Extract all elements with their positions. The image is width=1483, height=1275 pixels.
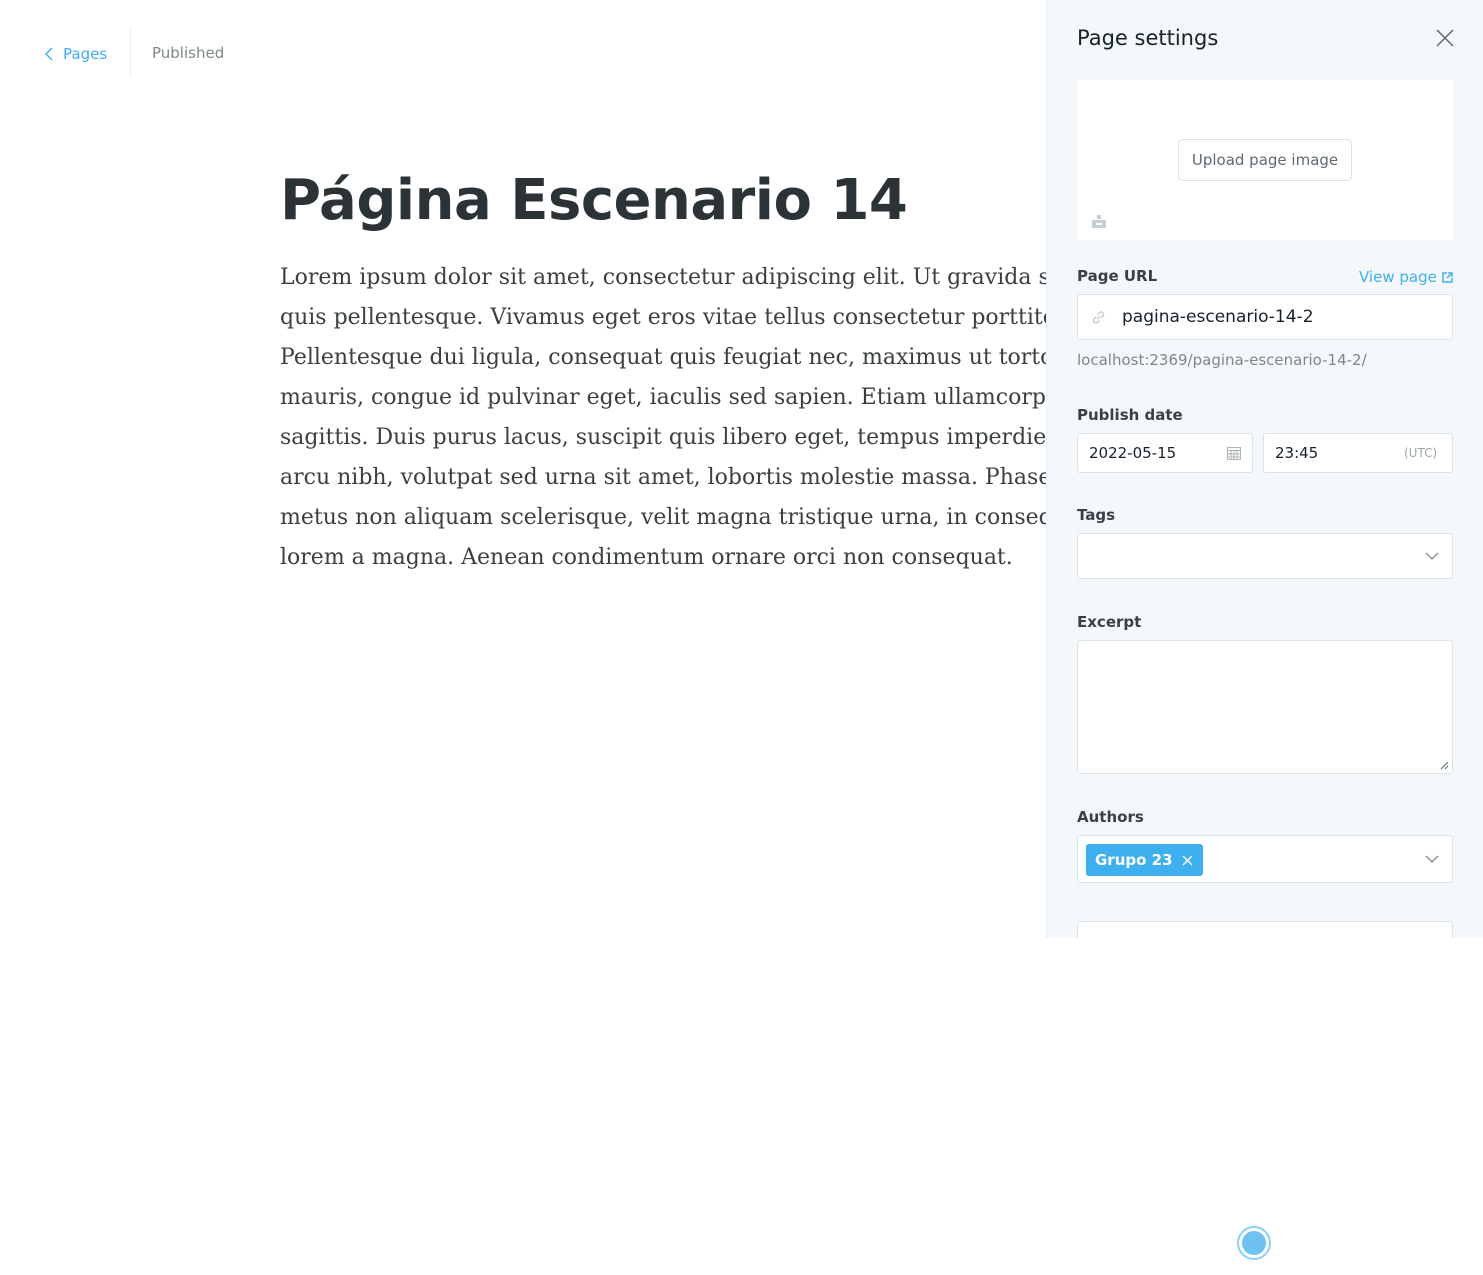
authors-select[interactable]: Grupo 23 <box>1077 835 1453 883</box>
view-page-label: View page <box>1359 268 1437 286</box>
tags-select[interactable] <box>1077 533 1453 579</box>
back-link-label: Pages <box>63 45 108 63</box>
chevron-down-icon <box>1425 855 1439 863</box>
calendar-icon[interactable] <box>1226 445 1242 461</box>
editor-area[interactable]: Página Escenario 14 Lorem ipsum dolor si… <box>280 160 1046 578</box>
page-body[interactable]: Lorem ipsum dolor sit amet, consectetur … <box>280 258 1046 578</box>
header-divider <box>130 28 131 76</box>
page-slug-value: pagina-escenario-14-2 <box>1122 307 1314 327</box>
body-line: Pellentesque dui ligula, consequat quis … <box>280 345 1046 370</box>
publish-time-field[interactable]: 23:45 (UTC) <box>1263 433 1453 473</box>
page-url-label: Page URL <box>1077 267 1158 285</box>
upload-image-button[interactable]: Upload page image <box>1178 139 1352 181</box>
body-line: lorem a magna. Aenean condimentum ornare… <box>280 545 1013 570</box>
settings-panel: Page settings Upload page image Page URL… <box>1046 0 1483 938</box>
author-chip[interactable]: Grupo 23 <box>1086 844 1203 876</box>
body-line: metus non aliquam scelerisque, velit mag… <box>280 505 1046 530</box>
page-url-hint: localhost:2369/pagina-escenario-14-2/ <box>1077 351 1367 369</box>
floating-indicator-inner <box>1242 1231 1266 1255</box>
back-to-pages-link[interactable]: Pages <box>44 40 107 68</box>
image-placeholder-icon <box>1092 215 1106 228</box>
body-line: mauris, congue id pulvinar eget, iaculis… <box>280 385 1046 410</box>
page-image-uploader: Upload page image <box>1077 80 1453 240</box>
next-settings-field[interactable] <box>1077 921 1453 938</box>
post-status: Published <box>152 44 225 62</box>
chevron-down-icon <box>1425 552 1439 560</box>
publish-date-field[interactable]: 2022-05-15 <box>1077 433 1253 473</box>
excerpt-label: Excerpt <box>1077 613 1142 631</box>
resize-grip-icon[interactable] <box>1440 761 1449 770</box>
publish-date-value: 2022-05-15 <box>1089 444 1177 462</box>
chevron-left-icon <box>45 47 53 61</box>
panel-title: Page settings <box>1077 26 1219 50</box>
publish-date-label: Publish date <box>1077 406 1183 424</box>
body-line: arcu nibh, volutpat sed urna sit amet, l… <box>280 465 1046 490</box>
external-link-icon <box>1442 271 1453 283</box>
author-chip-label: Grupo 23 <box>1095 851 1173 869</box>
floating-indicator[interactable] <box>1237 1226 1271 1260</box>
top-bar: Pages Published <box>0 0 1046 108</box>
body-line: Lorem ipsum dolor sit amet, consectetur … <box>280 265 1046 290</box>
excerpt-textarea[interactable] <box>1077 640 1453 774</box>
publish-time-value: 23:45 <box>1275 444 1319 462</box>
close-icon[interactable] <box>1433 26 1457 50</box>
page-url-field[interactable]: pagina-escenario-14-2 <box>1077 294 1453 340</box>
authors-label: Authors <box>1077 808 1144 826</box>
body-line: sagittis. Duis purus lacus, suscipit qui… <box>280 425 1046 450</box>
view-page-link[interactable]: View page <box>1359 268 1453 286</box>
page-title[interactable]: Página Escenario 14 <box>280 160 1046 242</box>
timezone-label: (UTC) <box>1404 446 1438 460</box>
link-icon <box>1092 311 1105 324</box>
body-line: quis pellentesque. Vivamus eget eros vit… <box>280 305 1046 330</box>
remove-icon[interactable] <box>1182 855 1193 866</box>
tags-label: Tags <box>1077 506 1116 524</box>
